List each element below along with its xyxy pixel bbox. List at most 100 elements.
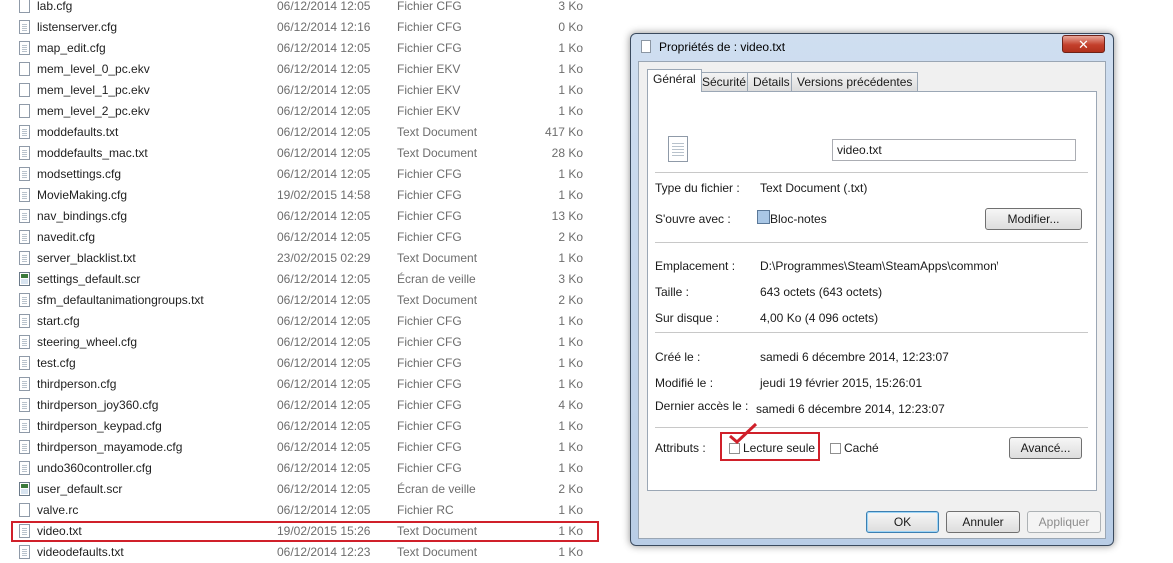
file-row[interactable]: valve.rc 06/12/2014 12:05 Fichier RC 1 Ko — [0, 500, 610, 521]
file-row[interactable]: start.cfg 06/12/2014 12:05 Fichier CFG 1 Ko — [0, 311, 610, 332]
file-row[interactable]: mem_level_0_pc.ekv 06/12/2014 12:05 Fichie… — [0, 59, 610, 80]
file-row[interactable]: modsettings.cfg 06/12/2014 12:05 Fichier C… — [0, 164, 610, 185]
dialog-title: Propriétés de : video.txt — [659, 40, 786, 54]
file-row[interactable]: thirdperson_mayamode.cfg 06/12/2014 12:05… — [0, 437, 610, 458]
file-name: moddefaults_mac.txt — [37, 146, 148, 160]
file-date: 06/12/2014 12:05 — [277, 230, 371, 244]
text-file-icon — [19, 461, 30, 475]
file-type: Fichier CFG — [397, 0, 462, 13]
file-row[interactable]: videodefaults.txt 06/12/2014 12:23 Text Do… — [0, 542, 610, 563]
tab-previous-versions[interactable]: Versions précédentes — [791, 72, 919, 91]
file-row[interactable]: mem_level_1_pc.ekv 06/12/2014 12:05 Fichie… — [0, 80, 610, 101]
cancel-button[interactable]: Annuler — [946, 511, 1020, 533]
location-label: Emplacement : — [655, 259, 736, 273]
apply-button[interactable]: Appliquer — [1027, 511, 1101, 533]
hidden-checkbox[interactable] — [830, 443, 841, 454]
opens-with-label: S'ouvre avec : — [655, 212, 731, 226]
file-size: 1 Ko — [558, 545, 583, 559]
file-type: Fichier CFG — [397, 419, 462, 433]
text-file-icon — [19, 146, 30, 160]
file-row[interactable]: moddefaults_mac.txt 06/12/2014 12:05 Text … — [0, 143, 610, 164]
file-size: 3 Ko — [558, 272, 583, 286]
file-name: navedit.cfg — [37, 230, 96, 244]
accessed-label: Dernier accès le : — [655, 399, 749, 413]
file-type: Fichier EKV — [397, 62, 461, 76]
file-type: Text Document — [397, 293, 478, 307]
file-date: 06/12/2014 12:05 — [277, 335, 371, 349]
opens-with-value: Bloc-notes — [770, 212, 827, 226]
accessed-value: samedi 6 décembre 2014, 12:23:07 — [756, 402, 945, 416]
file-name: mem_level_1_pc.ekv — [37, 83, 150, 97]
file-size: 0 Ko — [558, 20, 583, 34]
file-type: Fichier CFG — [397, 20, 462, 34]
file-row[interactable]: listenserver.cfg 06/12/2014 12:16 Fichier … — [0, 17, 610, 38]
file-row[interactable]: navedit.cfg 06/12/2014 12:05 Fichier CFG 2 … — [0, 227, 610, 248]
tab-security[interactable]: Sécurité — [696, 72, 753, 91]
file-list: lab.cfg 06/12/2014 12:05 Fichier CFG 3 Ko li… — [0, 0, 610, 563]
location-value: D:\Programmes\Steam\SteamApps\common\Cou… — [760, 259, 998, 273]
file-name: server_blacklist.txt — [37, 251, 136, 265]
type-label: Type du fichier : — [655, 181, 740, 195]
readonly-label: Lecture seule — [743, 441, 816, 455]
file-size: 1 Ko — [558, 503, 583, 517]
file-row[interactable]: thirdperson_joy360.cfg 06/12/2014 12:05 Fi… — [0, 395, 610, 416]
file-size: 1 Ko — [558, 356, 583, 370]
file-type: Fichier EKV — [397, 83, 461, 97]
tab-general[interactable]: Général — [647, 69, 702, 92]
file-date: 06/12/2014 12:05 — [277, 398, 371, 412]
file-name: test.cfg — [37, 356, 76, 370]
text-file-icon — [19, 125, 30, 139]
tab-details[interactable]: Détails — [747, 72, 796, 91]
file-row[interactable]: settings_default.scr 06/12/2014 12:05 Écra… — [0, 269, 610, 290]
file-row[interactable]: sfm_defaultanimationgroups.txt 06/12/2014… — [0, 290, 610, 311]
file-row[interactable]: MovieMaking.cfg 19/02/2015 14:58 Fichier C… — [0, 185, 610, 206]
type-value: Text Document (.txt) — [760, 181, 868, 195]
file-type: Fichier CFG — [397, 41, 462, 55]
file-date: 06/12/2014 12:05 — [277, 419, 371, 433]
file-row[interactable]: test.cfg 06/12/2014 12:05 Fichier CFG 1 Ko — [0, 353, 610, 374]
file-name-field[interactable]: video.txt — [832, 139, 1076, 161]
file-date: 06/12/2014 12:05 — [277, 377, 371, 391]
file-date: 06/12/2014 12:05 — [277, 125, 371, 139]
file-date: 06/12/2014 12:05 — [277, 104, 371, 118]
file-date: 06/12/2014 12:05 — [277, 356, 371, 370]
file-name: nav_bindings.cfg — [37, 209, 128, 223]
file-row[interactable]: map_edit.cfg 06/12/2014 12:05 Fichier CFG 1… — [0, 38, 610, 59]
file-row[interactable]: lab.cfg 06/12/2014 12:05 Fichier CFG 3 Ko — [0, 0, 610, 17]
file-row[interactable]: undo360controller.cfg 06/12/2014 12:05 Fic… — [0, 458, 610, 479]
advanced-button[interactable]: Avancé... — [1009, 437, 1082, 459]
text-file-icon — [19, 440, 30, 454]
text-file-icon — [19, 314, 30, 328]
file-size: 1 Ko — [558, 62, 583, 76]
text-file-icon — [668, 136, 688, 162]
file-row[interactable]: nav_bindings.cfg 06/12/2014 12:05 Fichier … — [0, 206, 610, 227]
file-size: 1 Ko — [558, 41, 583, 55]
screensaver-icon — [19, 482, 30, 496]
file-name: settings_default.scr — [37, 272, 141, 286]
file-row-selected[interactable]: video.txt 19/02/2015 15:26 Text Document 1 … — [11, 521, 599, 542]
separator — [655, 427, 1088, 428]
file-name: mem_level_2_pc.ekv — [37, 104, 150, 118]
modified-label: Modifié le : — [655, 376, 714, 390]
change-button[interactable]: Modifier... — [985, 208, 1082, 230]
text-file-icon — [19, 20, 30, 34]
file-row[interactable]: mem_level_2_pc.ekv 06/12/2014 12:05 Fichie… — [0, 101, 610, 122]
file-row[interactable]: server_blacklist.txt 23/02/2015 02:29 Text… — [0, 248, 610, 269]
tab-panel-general: video.txt Type du fichier : Text Documen… — [647, 91, 1097, 491]
file-row[interactable]: thirdperson.cfg 06/12/2014 12:05 Fichier C… — [0, 374, 610, 395]
file-row[interactable]: steering_wheel.cfg 06/12/2014 12:05 Fichie… — [0, 332, 610, 353]
text-file-icon — [19, 398, 30, 412]
file-row[interactable]: thirdperson_keypad.cfg 06/12/2014 12:05 Fi… — [0, 416, 610, 437]
attributes-label: Attributs : — [655, 441, 706, 455]
notepad-icon — [757, 210, 770, 224]
file-row[interactable]: user_default.scr 06/12/2014 12:05 Écran de… — [0, 479, 610, 500]
file-date: 06/12/2014 12:05 — [277, 146, 371, 160]
file-name: user_default.scr — [37, 482, 123, 496]
close-button[interactable]: ✕ — [1062, 35, 1105, 53]
file-size: 1 Ko — [558, 419, 583, 433]
file-row[interactable]: moddefaults.txt 06/12/2014 12:05 Text Docu… — [0, 122, 610, 143]
file-name: valve.rc — [37, 503, 79, 517]
ok-button[interactable]: OK — [866, 511, 939, 533]
file-date: 06/12/2014 12:05 — [277, 41, 371, 55]
file-size: 2 Ko — [558, 482, 583, 496]
